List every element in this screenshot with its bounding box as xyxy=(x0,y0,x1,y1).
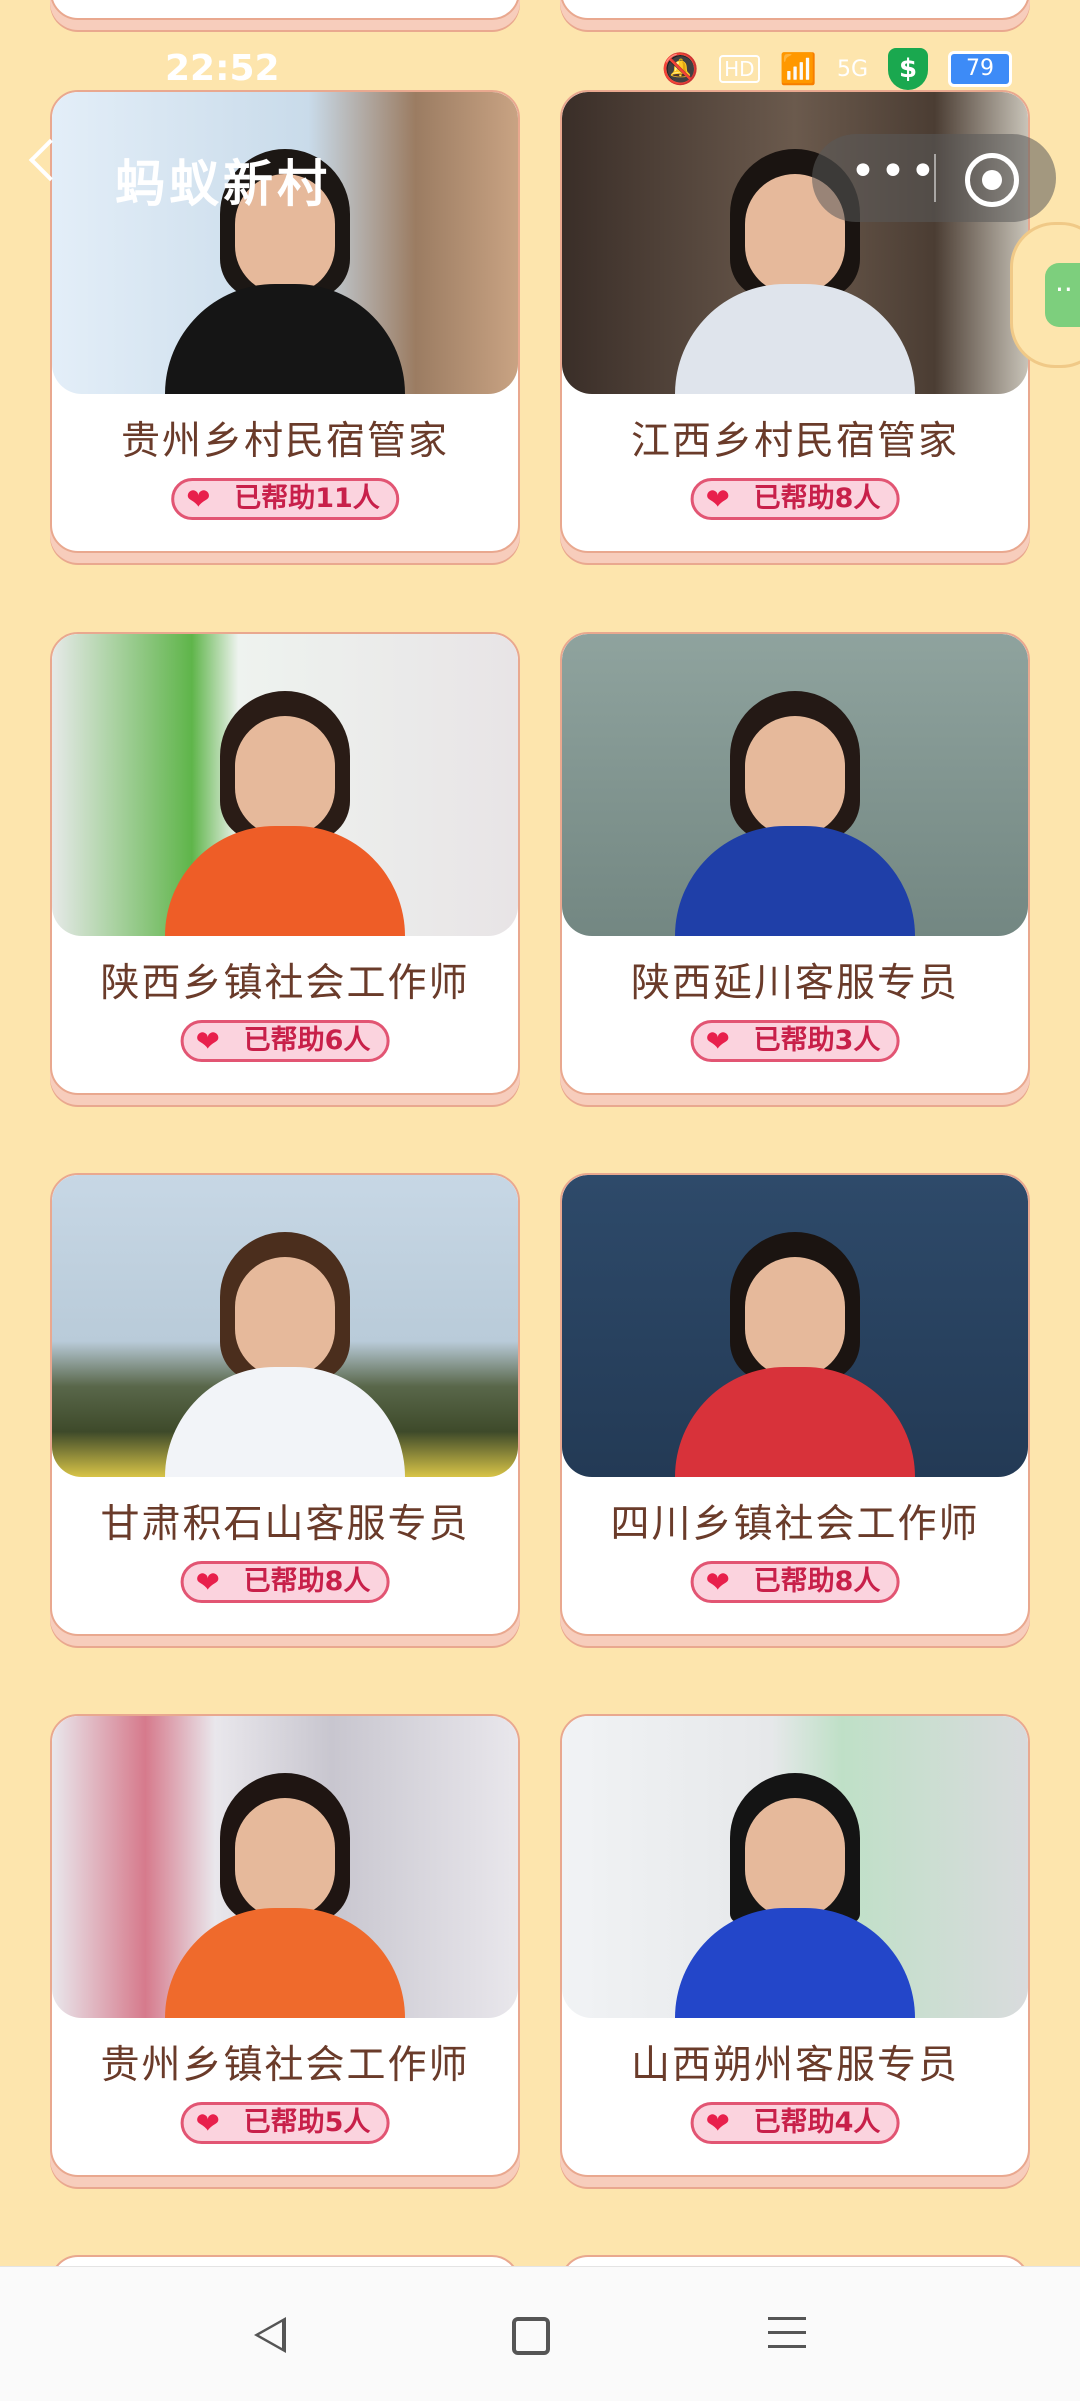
help-count-badge: ❤ 已帮助3人 xyxy=(690,1020,900,1062)
card-title: 贵州乡村民宿管家 xyxy=(120,419,449,464)
battery-icon: 79 xyxy=(948,51,1012,87)
help-count-badge: ❤ 已帮助11人 xyxy=(171,478,399,520)
wifi-icon: 📶 xyxy=(779,51,817,87)
card-title: 陕西乡镇社会工作师 xyxy=(100,961,470,1006)
shield-icon: $ xyxy=(888,48,928,90)
help-count-badge: ❤ 已帮助8人 xyxy=(690,478,900,520)
help-count-badge: ❤ 已帮助6人 xyxy=(180,1020,390,1062)
card-title: 四川乡镇社会工作师 xyxy=(610,1502,980,1547)
capsule-divider xyxy=(934,154,936,202)
nav-back-icon[interactable] xyxy=(254,2317,286,2353)
profile-photo xyxy=(562,1716,1028,2018)
mini-program-close-icon[interactable] xyxy=(965,153,1019,207)
status-time: 22:52 xyxy=(165,48,280,89)
profile-photo xyxy=(52,1716,518,2018)
card-title: 江西乡村民宿管家 xyxy=(630,419,959,464)
page-title: 蚂蚁新村 xyxy=(115,155,331,213)
status-icons: 🔕 HD 📶 5G $ 79 xyxy=(662,48,1012,90)
help-count-badge: ❤ 已帮助4人 xyxy=(690,2102,900,2144)
system-navigation-bar xyxy=(0,2266,1080,2401)
heart-icon: ❤ xyxy=(705,1565,730,1599)
heart-icon: ❤ xyxy=(195,1024,220,1058)
heart-icon: ❤ xyxy=(705,1024,730,1058)
hd-icon: HD xyxy=(719,55,760,83)
card-title: 甘肃积石山客服专员 xyxy=(100,1502,470,1547)
profile-photo xyxy=(562,634,1028,936)
profile-photo xyxy=(52,634,518,936)
profile-card[interactable]: 陕西延川客服专员 ❤ 已帮助3人 xyxy=(560,632,1030,1095)
help-count-badge: ❤ 已帮助8人 xyxy=(180,1561,390,1603)
profile-card[interactable]: 陕西乡镇社会工作师 ❤ 已帮助6人 xyxy=(50,632,520,1095)
profile-card[interactable]: 山西朔州客服专员 ❤ 已帮助4人 xyxy=(560,1714,1030,2177)
heart-icon: ❤ xyxy=(186,482,211,516)
help-count-badge: ❤ 已帮助5人 xyxy=(180,2102,390,2144)
profile-card[interactable]: 四川乡镇社会工作师 ❤ 已帮助8人 xyxy=(560,1173,1030,1636)
card-title: 陕西延川客服专员 xyxy=(630,961,959,1006)
profile-card[interactable]: 甘肃积石山客服专员 ❤ 已帮助8人 xyxy=(50,1173,520,1636)
card-title: 山西朔州客服专员 xyxy=(630,2043,959,2088)
card-title: 贵州乡镇社会工作师 xyxy=(100,2043,470,2088)
profile-photo xyxy=(52,92,518,394)
nav-home-icon[interactable] xyxy=(512,2317,550,2355)
heart-icon: ❤ xyxy=(705,2106,730,2140)
profile-photo xyxy=(562,1175,1028,1477)
mute-icon: 🔕 xyxy=(661,51,700,87)
heart-icon: ❤ xyxy=(195,2106,220,2140)
signal-icon: 5G xyxy=(836,56,868,82)
chat-icon: ·· xyxy=(1045,263,1080,327)
partial-card-top-right[interactable] xyxy=(560,0,1030,20)
more-dots-icon[interactable]: ••• xyxy=(850,146,940,197)
mini-program-capsule[interactable]: ••• xyxy=(812,134,1056,222)
profile-card[interactable]: 贵州乡镇社会工作师 ❤ 已帮助5人 xyxy=(50,1714,520,2177)
floating-side-button[interactable]: ·· xyxy=(1010,222,1080,368)
profile-photo xyxy=(52,1175,518,1477)
help-count-badge: ❤ 已帮助8人 xyxy=(690,1561,900,1603)
nav-menu-icon[interactable] xyxy=(768,2317,806,2359)
heart-icon: ❤ xyxy=(705,482,730,516)
partial-card-top-left[interactable] xyxy=(50,0,520,20)
heart-icon: ❤ xyxy=(195,1565,220,1599)
